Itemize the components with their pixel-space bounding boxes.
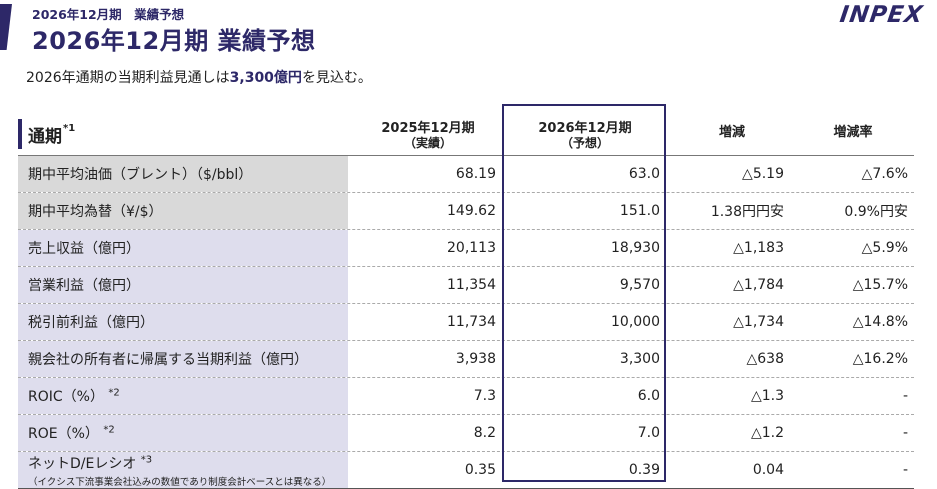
title-accent-bar — [0, 4, 12, 50]
section-label-text: 通期 — [28, 126, 62, 147]
value-2026: 0.39 — [628, 462, 660, 478]
value-change: △638 — [746, 351, 785, 367]
column-header-2026: 2026年12月期 （予想） — [510, 121, 660, 151]
value-2026: 7.0 — [637, 425, 660, 441]
value-change-rate: 0.9%円安 — [844, 204, 908, 220]
lead-text-before: 2026年通期の当期利益見通しは — [26, 70, 230, 86]
value-2026: 3,300 — [619, 351, 660, 367]
row-label-line: ROIC（%） *2 — [28, 386, 348, 406]
row-label: 期中平均為替（¥/$） — [18, 193, 348, 229]
row-note-text: （イクシス下流事業会社込みの数値であり制度会計ベースとは異なる） — [28, 476, 332, 488]
table-row: ROE（%） *2 8.2 7.0 △1.2 - — [18, 415, 914, 452]
row-label-line: 税引前利益（億円） — [28, 312, 348, 332]
row-label-text: 税引前利益（億円） — [28, 315, 154, 331]
value-change-rate: △7.6% — [861, 166, 908, 182]
column-header-2026-line1: 2026年12月期 — [538, 121, 632, 136]
row-label: 税引前利益（億円） — [18, 304, 348, 340]
row-note-mark: *2 — [108, 387, 120, 399]
value-2026: 10,000 — [611, 314, 660, 330]
value-change: △1,784 — [733, 277, 784, 293]
value-change: △1,734 — [733, 314, 784, 330]
row-label-text: ネットD/Eレシオ — [28, 455, 137, 472]
row-label: 営業利益（億円） — [18, 267, 348, 303]
value-2026: 18,930 — [611, 240, 660, 256]
table-row: 税引前利益（億円） 11,734 10,000 △1,734 △14.8% — [18, 304, 914, 341]
row-note-mark: *2 — [103, 424, 115, 436]
value-2025: 0.35 — [464, 462, 496, 478]
column-header-2025-line2: （実績） — [403, 136, 452, 150]
value-2025: 7.3 — [473, 388, 496, 404]
row-label: 売上収益（億円） — [18, 230, 348, 266]
row-label-text: 営業利益（億円） — [28, 278, 140, 294]
table-row: 営業利益（億円） 11,354 9,570 △1,784 △15.7% — [18, 267, 914, 304]
value-change: △1.3 — [750, 388, 784, 404]
row-label-line: ネットD/Eレシオ *3 — [28, 453, 348, 473]
row-label-text: 期中平均為替（¥/$） — [28, 204, 163, 220]
value-2025: 3,938 — [455, 351, 496, 367]
value-2025: 20,113 — [447, 240, 496, 256]
row-label-line: 親会社の所有者に帰属する当期利益（億円） — [28, 349, 348, 369]
value-2025: 11,354 — [447, 277, 496, 293]
value-2025: 68.19 — [455, 166, 496, 182]
value-change: △5.19 — [742, 166, 784, 182]
value-2026: 151.0 — [619, 203, 660, 219]
row-label-text: ROE（%） — [28, 426, 99, 442]
table-row: 親会社の所有者に帰属する当期利益（億円） 3,938 3,300 △638 △16.2% — [18, 341, 914, 378]
row-label-line: 売上収益（億円） — [28, 238, 348, 258]
column-header-change: 増減 — [718, 125, 745, 140]
value-2026: 6.0 — [637, 388, 660, 404]
table-row: 期中平均為替（¥/$） 149.62 151.0 1.38円円安 0.9%円安 — [18, 193, 914, 230]
value-2025: 11,734 — [447, 314, 496, 330]
lead-sentence: 2026年通期の当期利益見通しは3,300億円を見込む。 — [26, 67, 372, 87]
row-label-line: 期中平均為替（¥/$） — [28, 201, 348, 221]
row-label: 親会社の所有者に帰属する当期利益（億円） — [18, 341, 348, 377]
lead-text-after: を見込む。 — [301, 70, 372, 86]
section-note-mark: *1 — [63, 122, 76, 134]
row-label-text: 親会社の所有者に帰属する当期利益（億円） — [28, 352, 308, 368]
forecast-table: 通期 *1 2025年12月期 （実績） 2026年12月期 （予想） 増減 増… — [18, 105, 914, 489]
value-2026: 63.0 — [628, 166, 660, 182]
column-header-2026-line2: （予想） — [560, 136, 609, 150]
company-logo: INPEX — [838, 2, 925, 28]
row-note-mark: *3 — [140, 453, 153, 465]
value-change-rate: △16.2% — [852, 351, 908, 367]
section-marker — [18, 119, 22, 149]
row-label-text: ROIC（%） — [28, 389, 104, 405]
value-change: 1.38円円安 — [710, 204, 784, 220]
table-row: 売上収益（億円） 20,113 18,930 △1,183 △5.9% — [18, 230, 914, 267]
table-row: ネットD/Eレシオ *3 （イクシス下流事業会社込みの数値であり制度会計ベースとは… — [18, 452, 914, 489]
table-header: 通期 *1 2025年12月期 （実績） 2026年12月期 （予想） 増減 増… — [18, 105, 914, 156]
table-row: ROIC（%） *2 7.3 6.0 △1.3 - — [18, 378, 914, 415]
row-label: ROE（%） *2 — [18, 415, 348, 451]
value-change: △1,183 — [733, 240, 784, 256]
value-2026: 9,570 — [619, 277, 660, 293]
value-change-rate: - — [902, 425, 908, 441]
row-label-text: 期中平均油価（ブレント）（$/bbl） — [28, 167, 253, 183]
row-label-text: 売上収益（億円） — [28, 241, 140, 257]
row-label-line: 期中平均油価（ブレント）（$/bbl） — [28, 164, 348, 184]
row-label: ネットD/Eレシオ *3 （イクシス下流事業会社込みの数値であり制度会計ベースとは… — [18, 452, 348, 488]
column-header-change-rate: 増減率 — [833, 125, 873, 140]
value-change: △1.2 — [750, 425, 784, 441]
section-label: 通期 *1 — [18, 119, 75, 149]
value-2025: 8.2 — [473, 425, 496, 441]
table-row: 期中平均油価（ブレント）（$/bbl） 68.19 63.0 △5.19 △7.6% — [18, 156, 914, 193]
row-label: ROIC（%） *2 — [18, 378, 348, 414]
table-body: 期中平均油価（ブレント）（$/bbl） 68.19 63.0 △5.19 △7.6% 期中… — [18, 156, 914, 489]
value-change: 0.04 — [752, 462, 784, 478]
row-label-line: 営業利益（億円） — [28, 275, 348, 295]
value-change-rate: △14.8% — [852, 314, 908, 330]
row-label-line: ROE（%） *2 — [28, 423, 348, 443]
page-title: 2026年12月期 業績予想 — [32, 27, 316, 55]
value-change-rate: △15.7% — [852, 277, 908, 293]
column-header-2025-line1: 2025年12月期 — [381, 121, 475, 136]
value-change-rate: - — [902, 462, 908, 478]
row-label: 期中平均油価（ブレント）（$/bbl） — [18, 156, 348, 192]
value-change-rate: △5.9% — [861, 240, 908, 256]
value-2025: 149.62 — [447, 203, 496, 219]
column-header-2025: 2025年12月期 （実績） — [358, 121, 498, 151]
value-change-rate: - — [902, 388, 908, 404]
lead-highlight: 3,300億円 — [229, 70, 302, 86]
